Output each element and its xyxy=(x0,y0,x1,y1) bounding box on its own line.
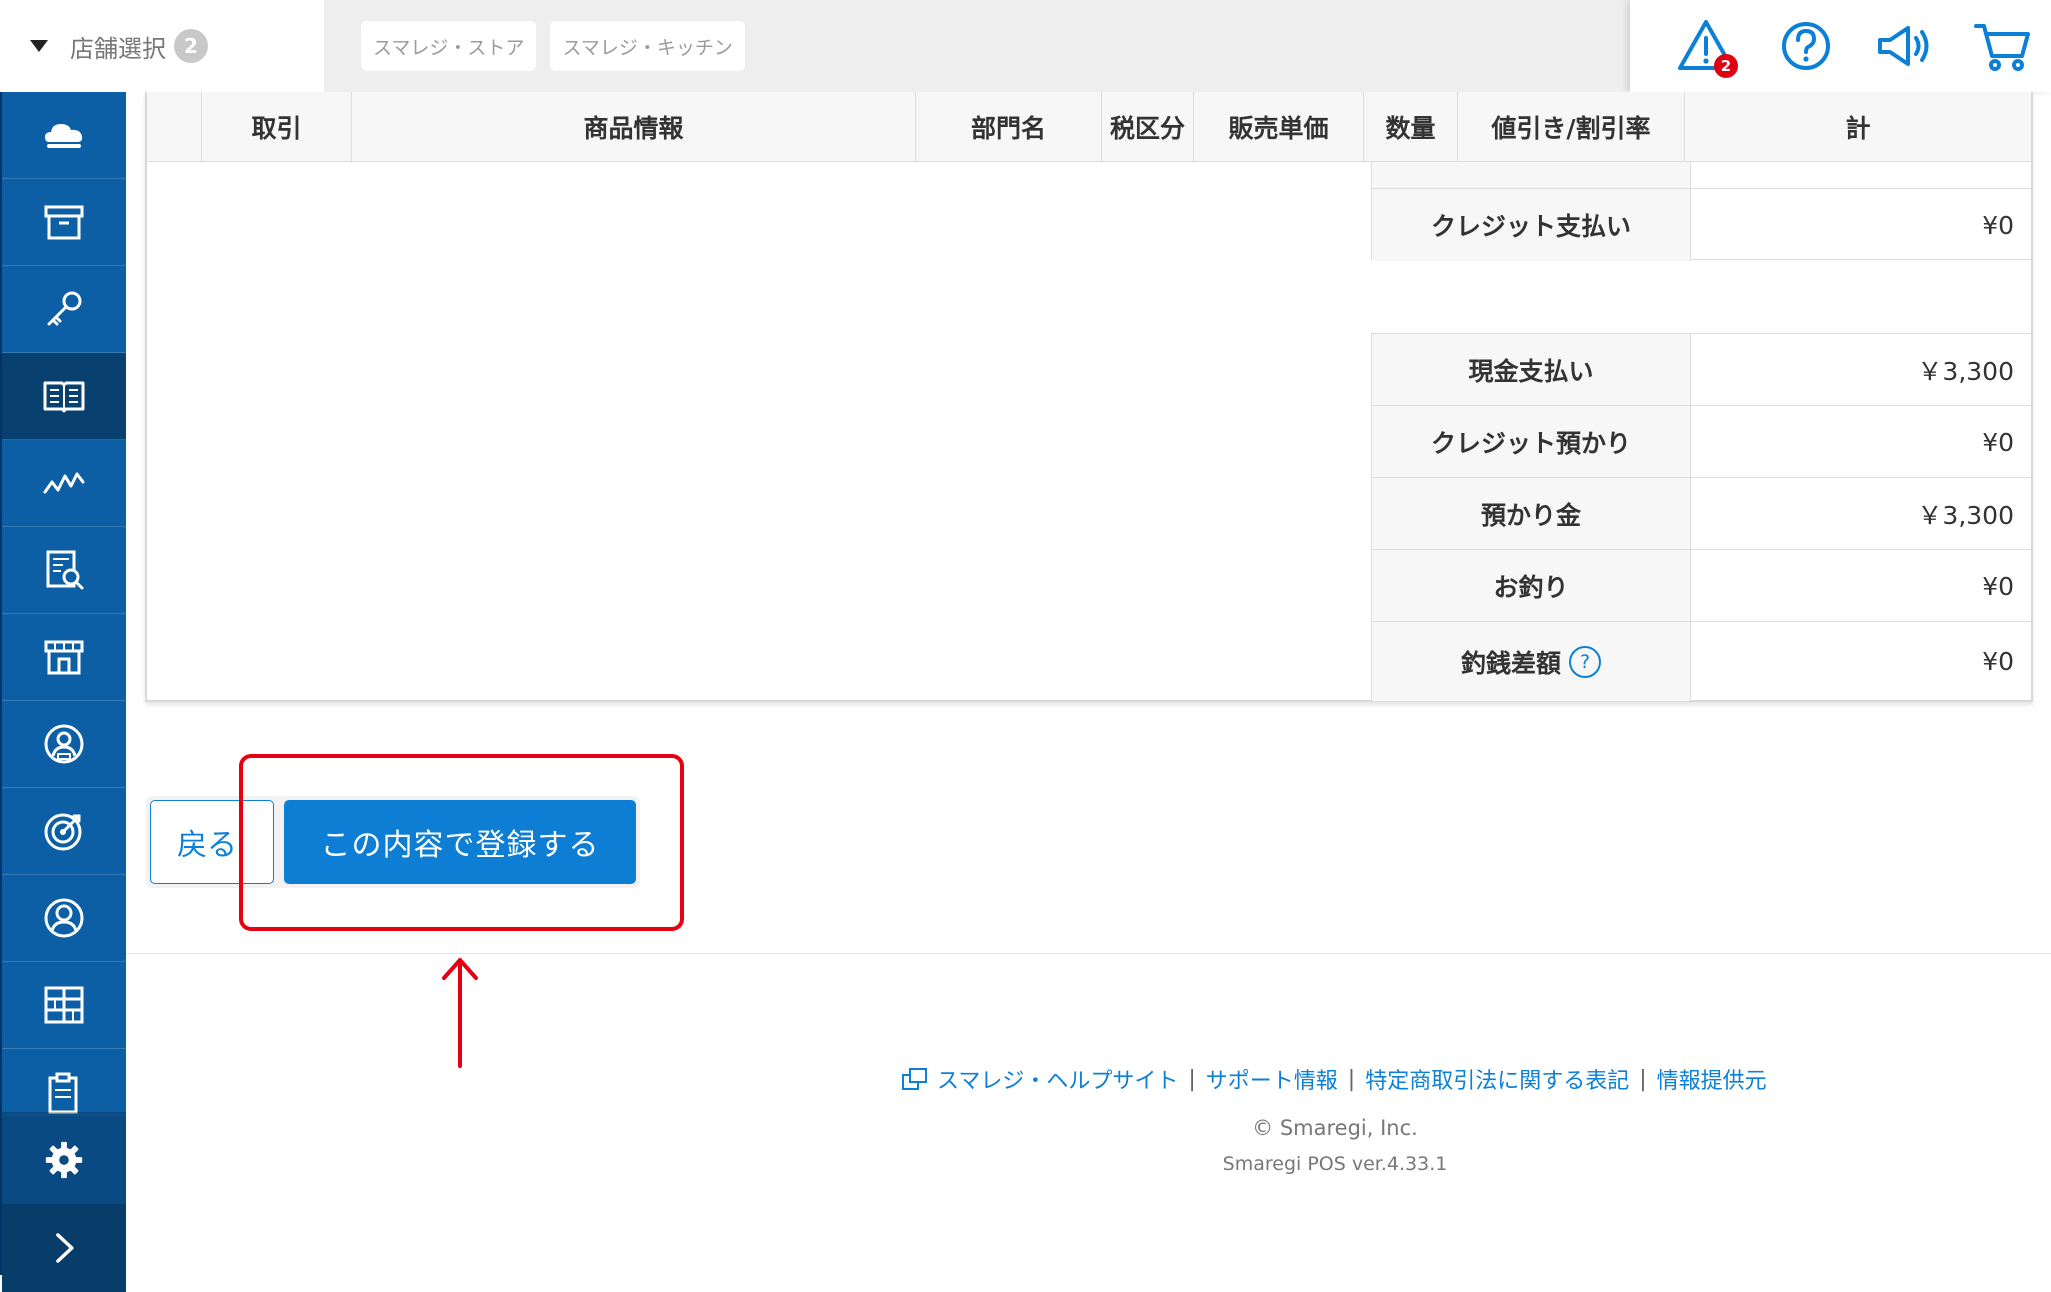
summary-label: クレジット支払い xyxy=(1372,189,1691,261)
summary-label: 釣銭差額 ? xyxy=(1372,622,1691,701)
annotation-highlight-box xyxy=(239,754,684,931)
cart-icon[interactable] xyxy=(1970,14,2034,78)
chevron-right-icon xyxy=(56,1233,74,1263)
caret-down-icon xyxy=(30,40,48,52)
footer-link-help-site[interactable]: スマレジ・ヘルプサイト xyxy=(937,1063,1178,1095)
store-count-badge: 2 xyxy=(174,29,208,63)
announcement-icon[interactable] xyxy=(1872,14,1936,78)
store-icon xyxy=(44,640,84,675)
sidebar-item-grid[interactable] xyxy=(2,962,126,1049)
header-product-info: 商品情報 xyxy=(352,92,916,162)
copyright: © Smaregi, Inc. xyxy=(1252,1116,1418,1140)
summary-row: 現金支払い ￥3,300 xyxy=(1371,333,2031,406)
footer-link-support[interactable]: サポート情報 xyxy=(1206,1063,1338,1095)
store-chip-store[interactable]: スマレジ・ストア xyxy=(361,21,537,71)
change-difference-label: 釣銭差額 xyxy=(1460,648,1561,678)
summary-label: クレジット預かり xyxy=(1372,406,1691,478)
archive-icon xyxy=(44,205,84,240)
footer-links: スマレジ・ヘルプサイト | サポート情報 | 特定商取引法に関する表記 | 情報… xyxy=(901,1064,1767,1094)
help-icon[interactable]: ? xyxy=(1569,645,1601,678)
sidebar xyxy=(0,92,126,1292)
sidebar-expand-button[interactable] xyxy=(2,1204,126,1292)
footer-link-info-provider[interactable]: 情報提供元 xyxy=(1657,1063,1767,1095)
summary-value: ￥3,300 xyxy=(1917,501,2014,530)
cloud-icon xyxy=(45,124,83,148)
header-icon-bar: 2 xyxy=(1630,0,2051,92)
summary-value-partial xyxy=(1692,162,2032,188)
chart-icon xyxy=(43,472,85,494)
member-icon xyxy=(44,724,84,764)
table-header: 取引 商品情報 部門名 税区分 販売単価 数量 値引き/割引率 計 xyxy=(147,92,2031,162)
header-transaction: 取引 xyxy=(202,92,352,162)
header-spacer xyxy=(147,92,202,162)
sidebar-item-store[interactable] xyxy=(2,614,126,701)
clipboard-icon xyxy=(48,1072,78,1113)
sidebar-item-archive[interactable] xyxy=(2,179,126,266)
store-chip-kitchen[interactable]: スマレジ・キッチン xyxy=(550,21,745,71)
footer-separator: | xyxy=(1347,1066,1356,1092)
sidebar-item-cloud[interactable] xyxy=(2,92,126,179)
summary-value: ￥3,300 xyxy=(1917,357,2014,386)
header-unit-price: 販売単価 xyxy=(1194,92,1364,162)
target-icon xyxy=(44,813,82,851)
user-icon xyxy=(44,898,84,938)
store-select-label: 店舗選択 xyxy=(70,34,166,63)
summary-label: 預かり金 xyxy=(1372,478,1691,550)
summary-label: お釣り xyxy=(1372,550,1691,622)
summary-row: 釣銭差額 ? ¥0 xyxy=(1371,621,2031,701)
header-quantity: 数量 xyxy=(1364,92,1458,162)
sidebar-item-user[interactable] xyxy=(2,875,126,962)
sidebar-item-target[interactable] xyxy=(2,788,126,875)
summary-row: お釣り ¥0 xyxy=(1371,549,2031,622)
sidebar-item-chart[interactable] xyxy=(2,440,126,527)
gear-icon xyxy=(45,1141,83,1179)
summary-row-partial xyxy=(1371,162,2031,188)
header-total: 計 xyxy=(1845,114,1871,143)
summary-value: ¥0 xyxy=(1982,427,2014,457)
summary-label: 現金支払い xyxy=(1372,334,1691,406)
help-icon[interactable] xyxy=(1774,14,1838,78)
summary-label-partial xyxy=(1372,162,1691,188)
sidebar-item-report[interactable] xyxy=(2,527,126,614)
footer-separator: | xyxy=(1639,1066,1647,1092)
alert-count-badge: 2 xyxy=(1714,54,1738,78)
header-discount: 値引き/割引率 xyxy=(1458,92,1685,162)
sidebar-item-member[interactable] xyxy=(2,701,126,788)
header-tax-category: 税区分 xyxy=(1102,92,1194,162)
summary-value: ¥0 xyxy=(1982,647,2014,676)
settings-button[interactable] xyxy=(2,1116,126,1204)
store-chip-bar: スマレジ・ストア スマレジ・キッチン xyxy=(324,0,1630,92)
external-link-icon xyxy=(902,1068,927,1090)
footer-divider xyxy=(126,953,2051,954)
annotation-arrow-icon xyxy=(442,958,478,1068)
summary-row: クレジット支払い ¥0 xyxy=(1371,188,2031,261)
sidebar-item-key[interactable] xyxy=(2,266,126,353)
version-label: Smaregi POS ver.4.33.1 xyxy=(1222,1153,1448,1175)
grid-icon xyxy=(44,986,84,1024)
summary-row: 預かり金 ￥3,300 xyxy=(1371,477,2031,550)
footer-link-commerce-law[interactable]: 特定商取引法に関する表記 xyxy=(1365,1063,1629,1095)
summary-value: ¥0 xyxy=(1982,571,2014,601)
sidebar-item-book[interactable] xyxy=(2,353,126,440)
footer-separator: | xyxy=(1188,1066,1196,1092)
store-select[interactable]: 店舗選択 2 xyxy=(0,0,324,92)
summary-row: クレジット預かり ¥0 xyxy=(1371,405,2031,478)
header-department: 部門名 xyxy=(916,92,1102,162)
book-icon xyxy=(43,381,85,413)
summary-value: ¥0 xyxy=(1982,210,2014,240)
key-icon xyxy=(47,291,82,326)
report-icon xyxy=(46,550,84,590)
transaction-table: 取引 商品情報 部門名 税区分 販売単価 数量 値引き/割引率 計 クレジット支… xyxy=(145,92,2033,702)
